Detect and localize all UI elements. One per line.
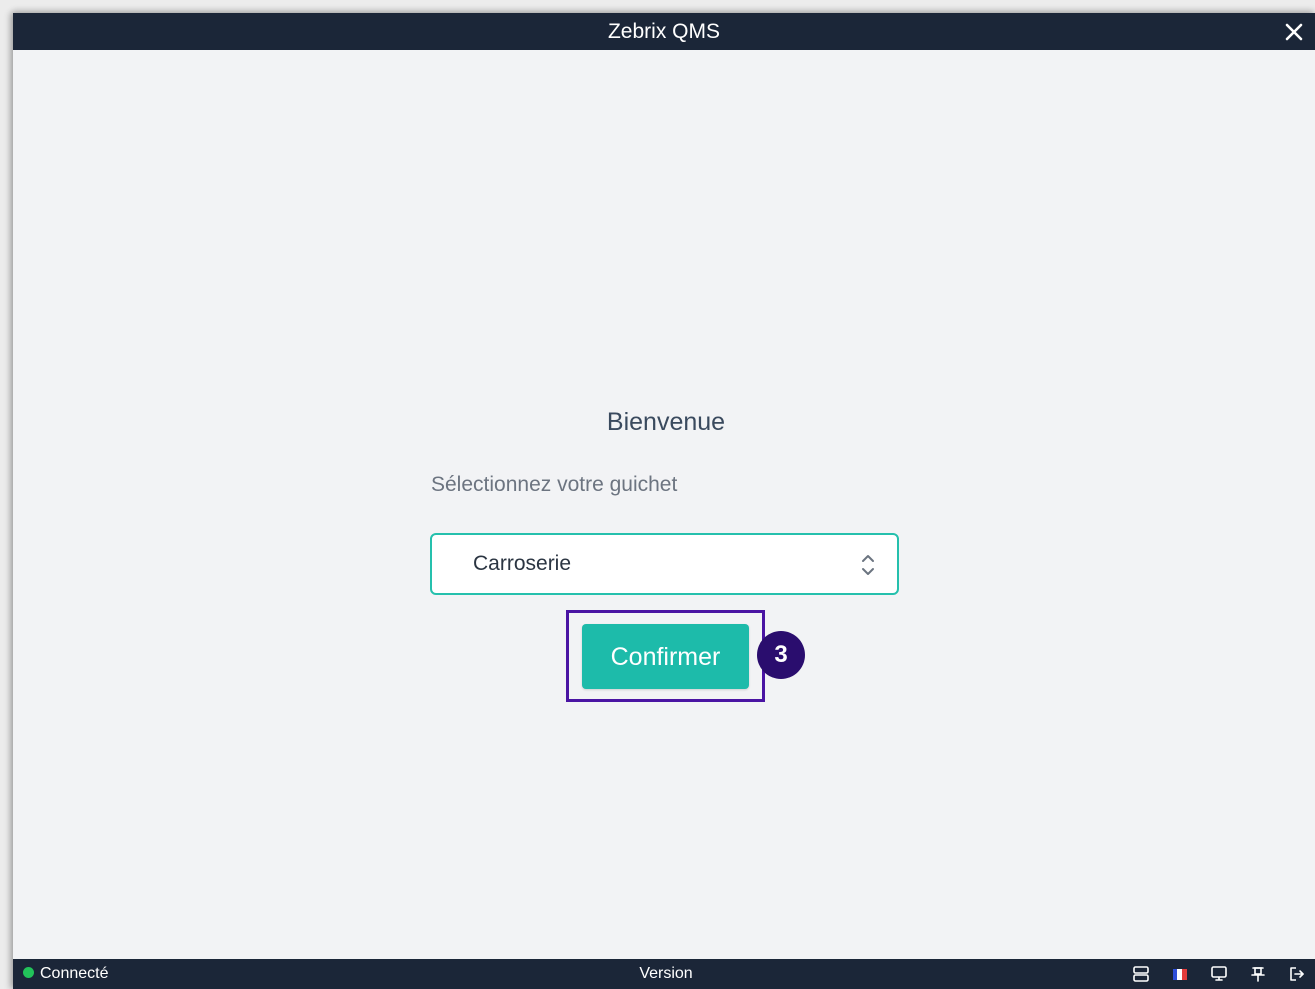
chevron-up-down-icon [859,551,877,579]
version-label: Version [639,965,693,982]
counter-select-label: Sélectionnez votre guichet [431,473,678,496]
counter-select-value: Carroserie [473,552,572,575]
french-flag-icon[interactable] [1169,964,1190,985]
main-content: Bienvenue Sélectionnez votre guichet Car… [13,50,1315,959]
window-title: Zebrix QMS [607,20,720,43]
confirm-button[interactable]: Confirmer [582,624,749,689]
counter-select[interactable]: Carroserie [430,533,899,595]
step-badge: 3 [757,631,805,679]
status-bar: Connecté Version [13,959,1315,989]
status-icons [1130,959,1307,989]
logout-icon[interactable] [1286,964,1307,985]
pin-icon[interactable] [1247,964,1268,985]
title-bar: Zebrix QMS [13,13,1315,50]
app-window: Zebrix QMS Bienvenue Sélectionnez votre … [13,13,1315,989]
server-icon[interactable] [1130,964,1151,985]
monitor-icon[interactable] [1208,964,1229,985]
close-icon[interactable] [1279,17,1309,47]
welcome-heading: Bienvenue [606,408,726,436]
